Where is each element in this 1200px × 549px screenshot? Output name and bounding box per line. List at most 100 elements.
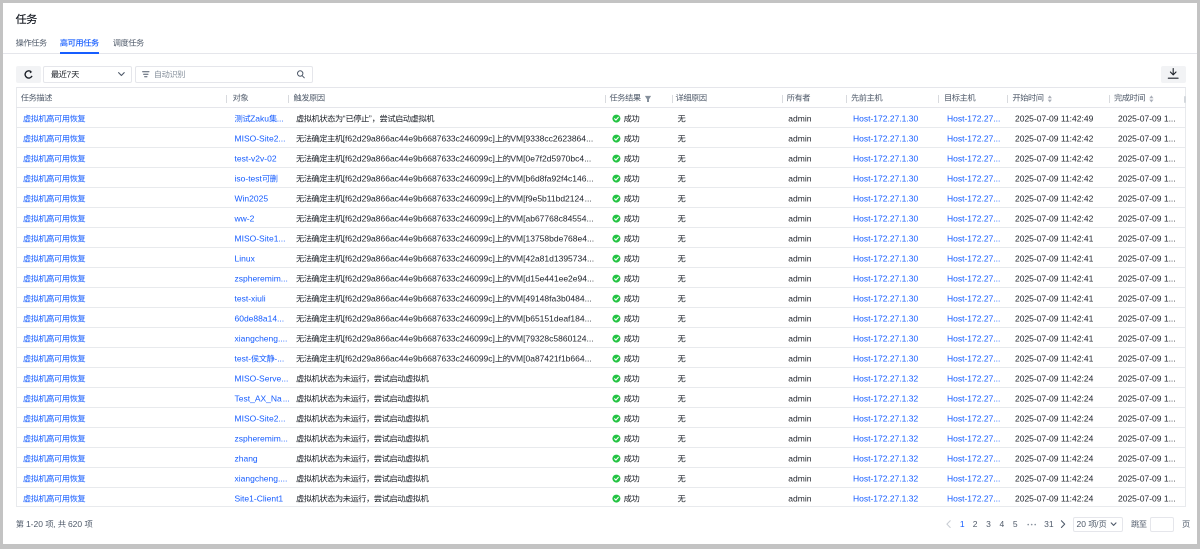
svg-text:admin: admin [788, 154, 811, 164]
svg-text:Win2025: Win2025 [235, 194, 269, 204]
svg-text:...: ... [281, 274, 288, 284]
svg-text:2025-07-09 1...: 2025-07-09 1... [1118, 394, 1176, 404]
svg-text:...: ... [283, 394, 290, 404]
svg-text:Host-172.27.1.30: Host-172.27.1.30 [853, 354, 918, 364]
svg-text:VM[0a87421f1b664: VM[0a87421f1b664 [510, 354, 584, 364]
svg-text:admin: admin [788, 234, 811, 244]
svg-text:admin: admin [788, 174, 811, 184]
svg-text:2025-07-09 11:42:42: 2025-07-09 11:42:42 [1015, 134, 1094, 144]
svg-text:Host-172.27...: Host-172.27... [947, 254, 1000, 264]
svg-text:[f62d29a866ac44e9b6687633c2460: [f62d29a866ac44e9b6687633c246099c] [343, 214, 495, 224]
svg-text:[f62d29a866ac44e9b6687633c2460: [f62d29a866ac44e9b6687633c246099c] [343, 334, 495, 344]
svg-text:Host-172.27.1.32: Host-172.27.1.32 [853, 394, 918, 404]
svg-text:Host-172.27...: Host-172.27... [947, 114, 1000, 124]
svg-text:[f62d29a866ac44e9b6687633c2460: [f62d29a866ac44e9b6687633c246099c] [343, 174, 495, 184]
svg-text:2025-07-09 11:42:49: 2025-07-09 11:42:49 [1015, 114, 1094, 124]
svg-text:test-: test- [235, 354, 252, 364]
svg-text:admin: admin [788, 414, 811, 424]
svg-text:[f62d29a866ac44e9b6687633c2460: [f62d29a866ac44e9b6687633c246099c] [343, 134, 495, 144]
svg-text:MISO-Site2: MISO-Site2 [235, 414, 279, 424]
svg-text:Host-172.27.1.30: Host-172.27.1.30 [853, 234, 918, 244]
svg-text:Host-172.27...: Host-172.27... [947, 374, 1000, 384]
svg-text:...: ... [280, 474, 287, 484]
svg-text:31: 31 [1044, 519, 1054, 529]
svg-text:VM[ab67768c84554: VM[ab67768c84554 [510, 214, 586, 224]
svg-text:2025-07-09 11:42:42: 2025-07-09 11:42:42 [1015, 214, 1094, 224]
svg-text:admin: admin [788, 474, 811, 484]
svg-text:Host-172.27.1.30: Host-172.27.1.30 [853, 214, 918, 224]
svg-text:Host-172.27.1.30: Host-172.27.1.30 [853, 154, 918, 164]
svg-text:Host-172.27.1.32: Host-172.27.1.32 [853, 474, 918, 484]
svg-text:[f62d29a866ac44e9b6687633c2460: [f62d29a866ac44e9b6687633c246099c] [343, 294, 495, 304]
svg-text:”: ” [369, 114, 372, 124]
svg-text:zspheremim: zspheremim [235, 434, 281, 444]
svg-text:2025-07-09 11:42:41: 2025-07-09 11:42:41 [1015, 274, 1094, 284]
svg-text:Host-172.27.1.30: Host-172.27.1.30 [853, 314, 918, 324]
svg-text:20: 20 [1077, 519, 1089, 529]
svg-text:Host-172.27.1.30: Host-172.27.1.30 [853, 114, 918, 124]
svg-text:...: ... [585, 354, 592, 364]
svg-text:2025-07-09 1...: 2025-07-09 1... [1118, 294, 1176, 304]
svg-text:4: 4 [1000, 519, 1005, 529]
svg-text:2025-07-09 11:42:24: 2025-07-09 11:42:24 [1015, 434, 1094, 444]
svg-text:2025-07-09 1...: 2025-07-09 1... [1118, 114, 1176, 124]
svg-text:admin: admin [788, 314, 811, 324]
svg-text:2025-07-09 1...: 2025-07-09 1... [1118, 194, 1176, 204]
svg-text:...: ... [278, 234, 285, 244]
svg-text:2025-07-09 1...: 2025-07-09 1... [1118, 154, 1176, 164]
svg-text:VM[9338cc2623864: VM[9338cc2623864 [510, 134, 586, 144]
svg-text:5: 5 [1013, 519, 1018, 529]
svg-text:zspheremim: zspheremim [235, 274, 281, 284]
svg-text:[f62d29a866ac44e9b6687633c2460: [f62d29a866ac44e9b6687633c246099c] [343, 234, 495, 244]
svg-text:2025-07-09 1...: 2025-07-09 1... [1118, 474, 1176, 484]
svg-text:...: ... [586, 134, 593, 144]
svg-text:Host-172.27.1.32: Host-172.27.1.32 [853, 374, 918, 384]
svg-text:Host-172.27...: Host-172.27... [947, 274, 1000, 284]
svg-text:2025-07-09 1...: 2025-07-09 1... [1118, 274, 1176, 284]
svg-text:admin: admin [788, 394, 811, 404]
svg-text:Linux: Linux [235, 254, 256, 264]
svg-text:...: ... [585, 294, 592, 304]
svg-text:...: ... [584, 154, 591, 164]
svg-text:...: ... [587, 254, 594, 264]
svg-text:Host-172.27...: Host-172.27... [947, 354, 1000, 364]
svg-text:...: ... [587, 274, 594, 284]
svg-text:MISO-Site1: MISO-Site1 [235, 234, 279, 244]
svg-text:2025-07-09 11:42:24: 2025-07-09 11:42:24 [1015, 414, 1094, 424]
svg-text:[f62d29a866ac44e9b6687633c2460: [f62d29a866ac44e9b6687633c246099c] [343, 194, 495, 204]
svg-text:test-v2v-02: test-v2v-02 [235, 154, 277, 164]
svg-text:2025-07-09 11:42:24: 2025-07-09 11:42:24 [1015, 394, 1094, 404]
svg-text:2: 2 [973, 519, 978, 529]
svg-text:2025-07-09 1...: 2025-07-09 1... [1118, 434, 1176, 444]
svg-text:VM[42a81d1395734: VM[42a81d1395734 [510, 254, 587, 264]
svg-text:ww-2: ww-2 [234, 214, 255, 224]
svg-text:VM[d15e441ee2e94: VM[d15e441ee2e94 [510, 274, 587, 284]
svg-text:...: ... [277, 114, 284, 124]
svg-text:Host-172.27.1.30: Host-172.27.1.30 [853, 334, 918, 344]
svg-text:1: 1 [960, 519, 965, 529]
svg-text:3: 3 [986, 519, 991, 529]
svg-text:2025-07-09 1...: 2025-07-09 1... [1118, 374, 1176, 384]
svg-text:admin: admin [788, 294, 811, 304]
svg-text:2025-07-09 1...: 2025-07-09 1... [1118, 414, 1176, 424]
svg-text:Host-172.27...: Host-172.27... [947, 434, 1000, 444]
svg-text:2025-07-09 11:42:41: 2025-07-09 11:42:41 [1015, 334, 1094, 344]
svg-text:Host-172.27...: Host-172.27... [947, 214, 1000, 224]
svg-text:2025-07-09 11:42:41: 2025-07-09 11:42:41 [1015, 354, 1094, 364]
svg-text:admin: admin [788, 194, 811, 204]
svg-text:VM[13758bde768e4: VM[13758bde768e4 [510, 234, 587, 244]
svg-text:admin: admin [788, 254, 811, 264]
svg-text:VM[b6d8fa92f4c146: VM[b6d8fa92f4c146 [510, 174, 586, 184]
svg-text:VM[79328c5860124: VM[79328c5860124 [510, 334, 586, 344]
svg-text:Host-172.27...: Host-172.27... [947, 334, 1000, 344]
svg-text:admin: admin [788, 134, 811, 144]
svg-text:admin: admin [788, 454, 811, 464]
svg-text:admin: admin [788, 374, 811, 384]
svg-text:2025-07-09 1...: 2025-07-09 1... [1118, 454, 1176, 464]
svg-text:Host-172.27...: Host-172.27... [947, 134, 1000, 144]
svg-text:VM[49148fa3b0484: VM[49148fa3b0484 [510, 294, 584, 304]
svg-text:...: ... [278, 414, 285, 424]
svg-text:2025-07-09 11:42:24: 2025-07-09 11:42:24 [1015, 494, 1094, 504]
svg-text:2025-07-09 1...: 2025-07-09 1... [1118, 334, 1176, 344]
svg-text:2025-07-09 11:42:41: 2025-07-09 11:42:41 [1015, 294, 1094, 304]
